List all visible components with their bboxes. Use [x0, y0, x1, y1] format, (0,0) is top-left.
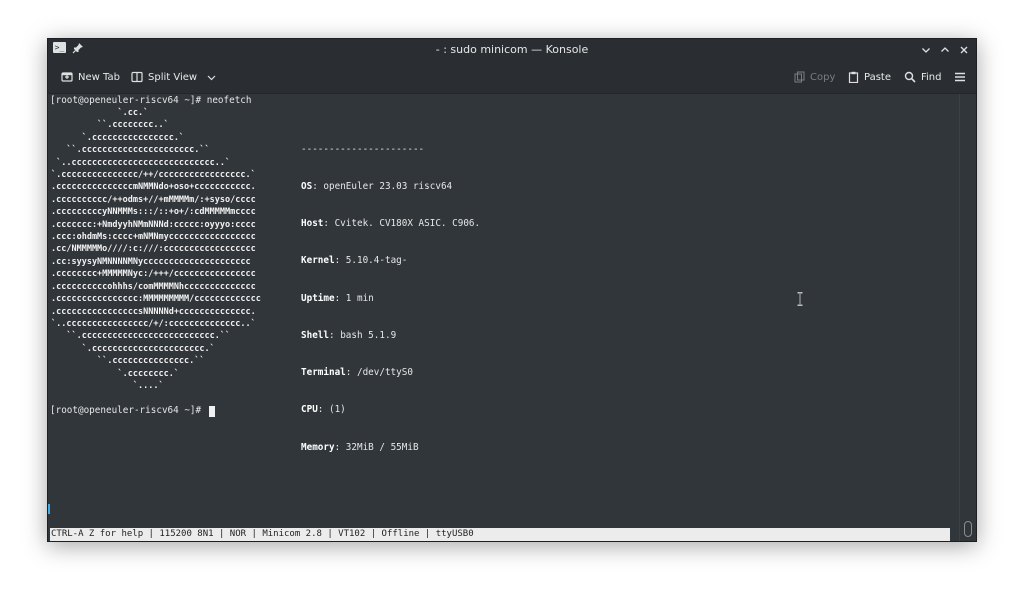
- title-bar[interactable]: >_ - : sudo minicom — Konsole: [48, 39, 976, 61]
- scrollbar[interactable]: [959, 94, 976, 541]
- search-icon: [904, 71, 916, 83]
- paste-icon: [848, 71, 859, 83]
- split-view-icon: [131, 71, 143, 83]
- close-icon[interactable]: [955, 41, 972, 58]
- window-title: - : sudo minicom — Konsole: [435, 43, 589, 56]
- paste-button[interactable]: Paste: [848, 69, 891, 85]
- info-row-memory: Memory: 32MiB / 55MiB: [301, 441, 419, 453]
- neofetch-info: ---------------------- OS: openEuler 23.…: [301, 119, 480, 479]
- minimize-icon[interactable]: [917, 41, 934, 58]
- hamburger-menu-icon[interactable]: [954, 69, 966, 85]
- new-tab-button[interactable]: New Tab: [61, 69, 120, 85]
- scrollbar-thumb[interactable]: [964, 521, 972, 537]
- find-button[interactable]: Find: [904, 69, 942, 85]
- minicom-status-bar: CTRL-A Z for help | 115200 8N1 | NOR | M…: [50, 528, 950, 541]
- info-separator: ----------------------: [301, 143, 425, 155]
- new-tab-icon: [61, 71, 73, 83]
- ibeam-cursor-icon: [797, 291, 803, 310]
- current-prompt[interactable]: [root@openeuler-riscv64 ~]#: [50, 405, 215, 417]
- terminal-area[interactable]: [root@openeuler-riscv64 ~]# neofetch `.c…: [48, 94, 962, 527]
- new-tab-label: New Tab: [78, 71, 120, 83]
- copy-button[interactable]: Copy: [794, 69, 835, 85]
- paste-label: Paste: [864, 71, 891, 83]
- info-row-terminal: Terminal: /dev/ttyS0: [301, 367, 413, 379]
- konsole-window: >_ - : sudo minicom — Konsole New Tab Sp…: [47, 38, 977, 542]
- info-row-shell: Shell: bash 5.1.9: [301, 329, 397, 341]
- info-row-host: Host: Cvitek. CV180X ASIC. C906.: [301, 218, 481, 230]
- split-view-button[interactable]: Split View: [131, 69, 216, 85]
- chevron-down-icon[interactable]: [207, 73, 216, 82]
- prompt-text: [root@openeuler-riscv64 ~]#: [50, 405, 207, 416]
- maximize-icon[interactable]: [936, 41, 953, 58]
- info-row-cpu: CPU: (1): [301, 404, 346, 416]
- info-row-kernel: Kernel: 5.10.4-tag-: [301, 255, 408, 267]
- info-row-uptime: Uptime: 1 min: [301, 292, 374, 304]
- find-label: Find: [921, 71, 942, 83]
- command-line: [root@openeuler-riscv64 ~]# neofetch: [50, 95, 252, 106]
- copy-label: Copy: [810, 71, 836, 83]
- scroll-marker: [48, 504, 50, 514]
- toolbar: New Tab Split View Copy Paste Find: [48, 61, 976, 94]
- split-view-label: Split View: [148, 71, 198, 83]
- text-cursor: [208, 405, 215, 417]
- info-row-os: OS: openEuler 23.03 riscv64: [301, 181, 453, 193]
- copy-icon: [794, 71, 805, 83]
- neofetch-ascii-logo: `.cc.` ``.cccccccc..` `.cccccccccccccccc…: [51, 108, 261, 391]
